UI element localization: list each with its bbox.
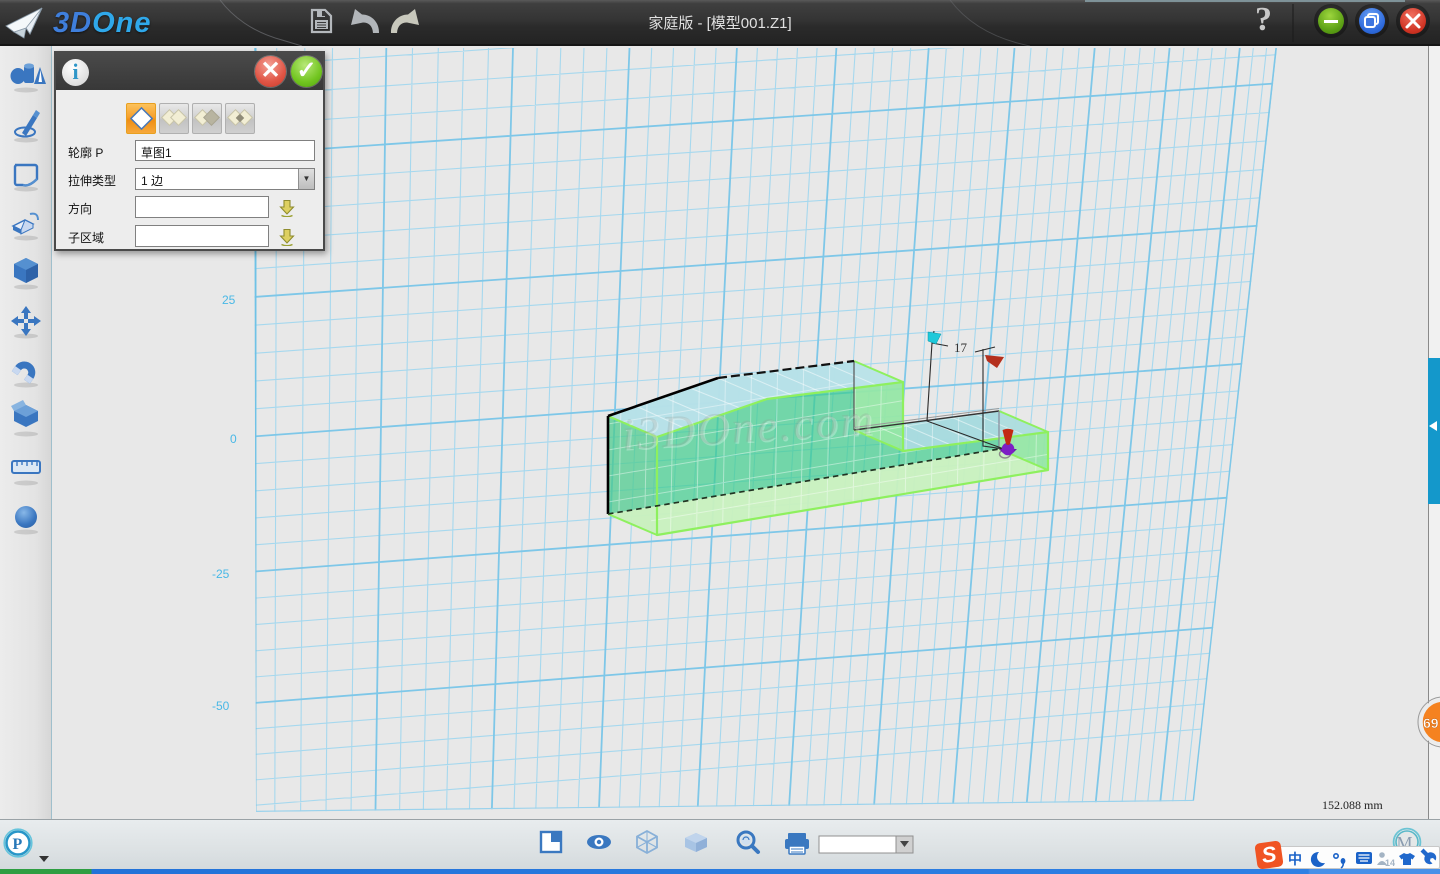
svg-text:25: 25: [222, 293, 236, 307]
svg-text:0: 0: [230, 432, 237, 446]
svg-text:-50: -50: [212, 699, 230, 713]
svg-text:-25: -25: [212, 567, 230, 581]
svg-text:17: 17: [954, 340, 968, 355]
